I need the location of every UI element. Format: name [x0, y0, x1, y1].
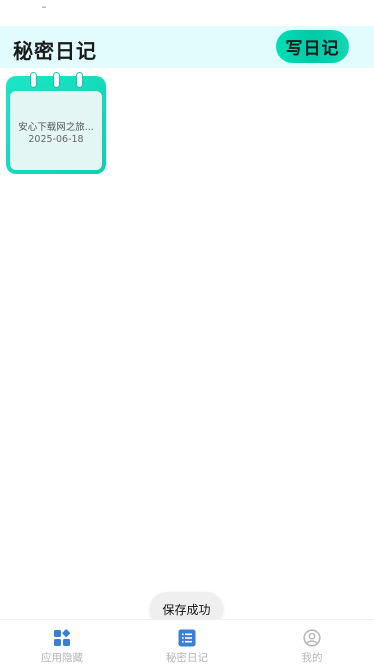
tab-mine[interactable]: 我的 [250, 620, 374, 666]
write-diary-button[interactable]: 写日记 [276, 30, 349, 63]
tab-label: 秘密日记 [166, 652, 208, 664]
status-bar: ᵃᴬ [0, 0, 374, 26]
binder-ring-icon [31, 73, 36, 87]
user-circle-icon [303, 629, 321, 647]
diary-card[interactable]: 安心下载网之旅... 2025-06-18 [6, 73, 106, 174]
tab-label: 应用隐藏 [41, 652, 83, 664]
binder-ring-icon [77, 73, 82, 87]
bottom-tab-bar: 应用隐藏 秘密日记 我的 [0, 619, 374, 665]
diary-card-date: 2025-06-18 [28, 134, 84, 145]
page-header: 秘密日记 写日记 [0, 26, 374, 68]
tab-label: 我的 [301, 652, 323, 664]
tab-secret-diary[interactable]: 秘密日记 [125, 620, 249, 666]
apps-grid-icon [53, 629, 71, 647]
tab-app-hide[interactable]: 应用隐藏 [0, 620, 124, 666]
page-title: 秘密日记 [13, 39, 97, 63]
list-icon [178, 629, 196, 647]
binder-ring-icon [54, 73, 59, 87]
diary-card-title: 安心下载网之旅... [18, 122, 94, 133]
status-indicator: ᵃᴬ [42, 6, 47, 12]
